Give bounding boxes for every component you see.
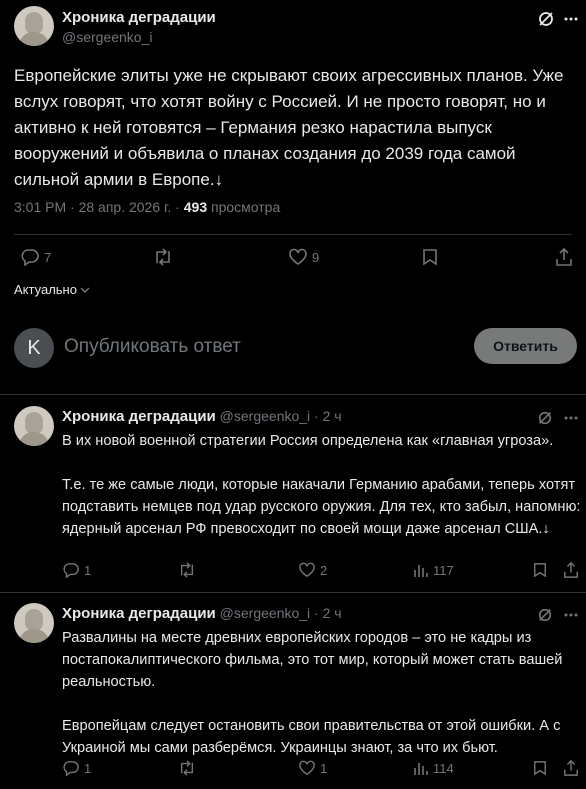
bookmark-button[interactable]: [533, 562, 547, 578]
share-icon: [564, 561, 578, 578]
author-avatar[interactable]: [14, 603, 54, 643]
reply-header: Хроника деградации @sergeenko_i · 2 ч: [62, 605, 342, 622]
bookmark-button[interactable]: [533, 760, 547, 776]
share-button[interactable]: [563, 759, 579, 777]
divider: [14, 234, 572, 235]
heart-icon: [299, 760, 315, 776]
views-icon: [414, 763, 428, 775]
reply-icon: [63, 563, 79, 578]
reply-button[interactable]: 1: [62, 760, 91, 776]
reply-icon: [63, 761, 79, 776]
reply-button[interactable]: 7: [20, 248, 51, 266]
more-options-icon[interactable]: [563, 606, 579, 624]
reply-submit-button[interactable]: Ответить: [474, 328, 577, 364]
handle-time[interactable]: @sergeenko_i · 2 ч: [220, 605, 342, 621]
handle-time[interactable]: @sergeenko_i · 2 ч: [220, 408, 342, 424]
timestamp[interactable]: 3:01 PM · 28 апр. 2026 г. ·: [14, 199, 180, 215]
author-handle[interactable]: @sergeenko_i: [62, 29, 153, 45]
bookmark-icon: [534, 563, 546, 578]
views-icon: [414, 565, 428, 577]
views-count: 493: [183, 199, 208, 215]
reply-header: Хроника деградации @sergeenko_i · 2 ч: [62, 408, 342, 425]
tweet-text: Европейские элиты уже не скрывают своих …: [14, 66, 564, 189]
repost-button[interactable]: [177, 562, 197, 578]
author-name[interactable]: Хроника деградации: [62, 605, 216, 622]
author-name[interactable]: Хроника деградации: [62, 9, 216, 26]
divider: [0, 592, 586, 593]
repost-icon: [180, 562, 194, 578]
views-button[interactable]: 114: [413, 760, 454, 776]
grok-icon[interactable]: [537, 10, 555, 28]
divider: [0, 394, 586, 395]
repost-button[interactable]: [177, 760, 197, 776]
reply-icon: [21, 249, 39, 266]
reply-input[interactable]: Опубликовать ответ: [64, 336, 241, 358]
reply-text: В их новой военной стратегии Россия опре…: [62, 433, 581, 537]
views-button[interactable]: 117: [413, 562, 454, 578]
repost-icon: [156, 248, 170, 266]
user-avatar[interactable]: K: [14, 328, 54, 368]
repost-button[interactable]: [152, 248, 174, 266]
share-icon: [556, 247, 572, 266]
heart-icon: [289, 248, 307, 265]
reply-text: Развалины на месте древних европейских г…: [62, 630, 563, 756]
heart-icon: [299, 562, 315, 578]
views-count: 114: [433, 760, 454, 776]
share-button[interactable]: [563, 561, 579, 579]
reply-count: 1: [84, 760, 92, 776]
grok-icon[interactable]: [537, 607, 553, 623]
reply-count: 7: [44, 249, 52, 265]
author-avatar[interactable]: [14, 6, 54, 46]
bookmark-button[interactable]: [422, 248, 438, 266]
like-button[interactable]: 2: [298, 562, 327, 578]
more-options-icon[interactable]: [563, 10, 579, 28]
more-options-icon[interactable]: [563, 409, 579, 427]
chevron-down-icon: [80, 287, 90, 293]
repost-icon: [180, 760, 194, 776]
grok-icon[interactable]: [537, 410, 553, 426]
reply-count: 1: [84, 562, 92, 578]
like-button[interactable]: 1: [298, 760, 327, 776]
tweet-meta: 3:01 PM · 28 апр. 2026 г. · 493 просмотр…: [14, 199, 280, 215]
share-button[interactable]: [555, 247, 573, 267]
views-label: просмотра: [211, 199, 281, 215]
like-count: 2: [320, 562, 328, 578]
author-name[interactable]: Хроника деградации: [62, 408, 216, 425]
bookmark-icon: [534, 761, 546, 776]
like-count: 9: [312, 249, 320, 265]
reply-button[interactable]: 1: [62, 562, 91, 578]
like-button[interactable]: 9: [288, 248, 319, 266]
bookmark-icon: [423, 249, 437, 266]
sort-label: Актуально: [14, 282, 77, 297]
like-count: 1: [320, 760, 328, 776]
author-avatar[interactable]: [14, 406, 54, 446]
sort-dropdown[interactable]: Актуально: [14, 282, 91, 297]
share-icon: [564, 759, 578, 776]
views-count: 117: [433, 562, 454, 578]
